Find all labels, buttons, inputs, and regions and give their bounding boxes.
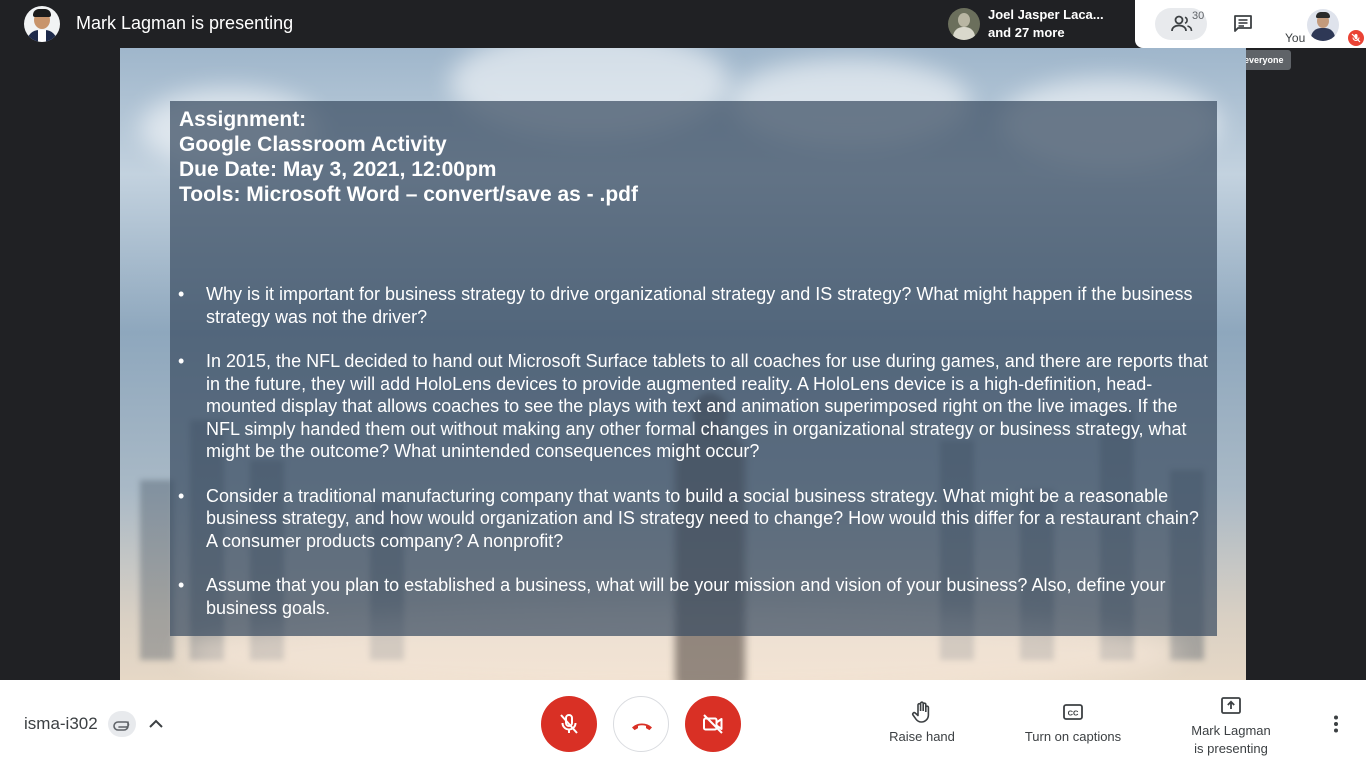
question-item: • Consider a traditional manufacturing c… [178,485,1208,553]
hand-icon [911,701,930,723]
leave-call-button[interactable] [613,696,669,752]
attachment-icon[interactable] [108,711,136,737]
question-text: In 2015, the NFL decided to hand out Mic… [206,351,1208,461]
assignment-label: Assignment: [179,108,307,131]
participants-strip[interactable]: Joel Jasper Laca... and 27 more [940,0,1135,48]
activity-title: Google Classroom Activity [179,133,447,156]
presenting-label-line1: Mark Lagman [1191,723,1271,738]
bullet-icon: • [178,575,185,595]
bottom-bar: isma-i302 Raise hand CC Turn on captions… [0,680,1366,768]
more-vert-icon[interactable] [1326,714,1346,734]
participant-name: Joel Jasper Laca... [988,7,1104,22]
svg-text:CC: CC [1068,709,1079,718]
camera-toggle-button[interactable] [685,696,741,752]
presenter-avatar [24,6,60,42]
tools-line: Tools: Microsoft Word – convert/save as … [179,183,638,206]
people-icon [1171,15,1193,32]
slide-heading: Assignment: Google Classroom Activity Du… [179,107,638,207]
captions-button[interactable]: CC Turn on captions [1014,700,1132,746]
presenting-label-line2: is presenting [1194,741,1268,756]
top-bar: Mark Lagman is presenting Joel Jasper La… [0,0,1366,70]
present-screen-icon [1221,697,1241,714]
you-label: You [1285,31,1306,45]
people-count: 30 [1192,10,1205,22]
question-item: • Assume that you plan to established a … [178,574,1208,619]
participant-avatar [948,8,980,40]
question-text: Why is it important for business strateg… [206,284,1193,327]
question-item: • In 2015, the NFL decided to hand out M… [178,350,1208,463]
captions-label: Turn on captions [1024,729,1122,744]
due-date: Due Date: May 3, 2021, 12:00pm [179,158,497,181]
closed-caption-icon: CC [1063,704,1083,720]
presentation-stage: Assignment: Google Classroom Activity Du… [120,48,1246,680]
meeting-code: isma-i302 [24,714,98,733]
videocam-off-icon [703,714,723,734]
people-button[interactable]: 30 [1155,8,1207,40]
slide-content-box: Assignment: Google Classroom Activity Du… [170,101,1217,636]
bullet-icon: • [178,485,185,506]
mic-off-icon [560,714,578,734]
bullet-icon: • [178,351,185,371]
question-text: Consider a traditional manufacturing com… [206,485,1199,551]
presenting-title: Mark Lagman is presenting [76,13,294,33]
participant-more: and 27 more [988,25,1065,40]
present-now-button[interactable]: Mark Lagman is presenting [1180,694,1282,758]
chevron-up-icon[interactable] [146,714,166,734]
question-list: • Why is it important for business strat… [178,283,1208,641]
mic-toggle-button[interactable] [541,696,597,752]
raise-hand-label: Raise hand [889,729,955,744]
chat-icon [1234,15,1252,32]
bullet-icon: • [178,284,185,304]
chat-button[interactable] [1227,8,1259,40]
self-avatar[interactable] [1307,9,1339,41]
raise-hand-button[interactable]: Raise hand [882,700,962,746]
top-panel: 30 You [1135,0,1366,48]
self-mic-off-icon [1348,30,1364,46]
question-text: Assume that you plan to established a bu… [206,575,1166,618]
question-item: • Why is it important for business strat… [178,283,1208,328]
call-end-icon [632,723,652,731]
